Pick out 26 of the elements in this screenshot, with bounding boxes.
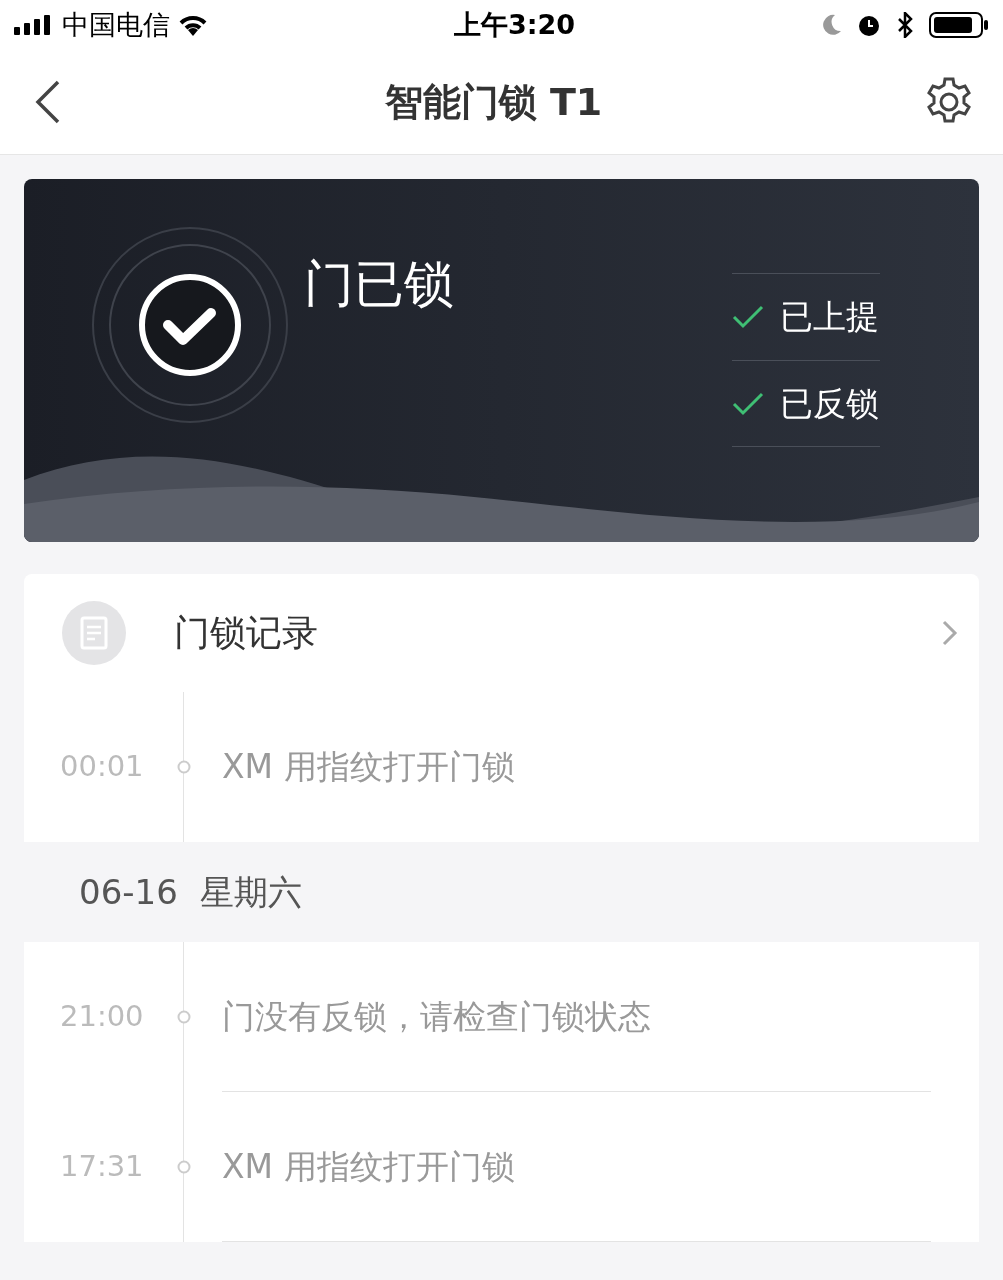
status-label: 已反锁 — [780, 382, 879, 425]
chevron-right-icon — [941, 619, 959, 647]
weekday-label: 星期六 — [199, 870, 302, 914]
bluetooth-icon — [897, 12, 913, 38]
document-icon — [62, 601, 126, 665]
battery-icon — [929, 12, 989, 38]
carrier-name: 中国电信 — [62, 7, 170, 42]
log-time: 21:00 — [59, 998, 145, 1036]
status-time: 上午3:20 — [453, 7, 576, 42]
log-text: XM 用指纹打开门锁 — [222, 1145, 515, 1188]
date-label: 06-16 — [79, 870, 178, 914]
records-title: 门锁记录 — [174, 611, 319, 655]
timeline-dot-icon — [177, 1010, 191, 1024]
status-label: 已上提 — [780, 296, 879, 339]
log-time: 00:01 — [59, 748, 145, 786]
wifi-icon — [178, 14, 208, 36]
log-time: 17:31 — [59, 1148, 145, 1186]
page-title: 智能门锁 T1 — [384, 78, 603, 126]
alarm-clock-icon — [857, 13, 881, 37]
timeline-dot-icon — [177, 1160, 191, 1174]
records-row[interactable]: 门锁记录 — [24, 574, 979, 692]
moon-icon — [821, 14, 841, 36]
log-text: XM 用指纹打开门锁 — [222, 746, 515, 789]
lock-status-title: 门已锁 — [304, 254, 454, 315]
log-text: 门没有反锁，请检查门锁状态 — [222, 995, 651, 1038]
timeline-dot-icon — [177, 760, 191, 774]
